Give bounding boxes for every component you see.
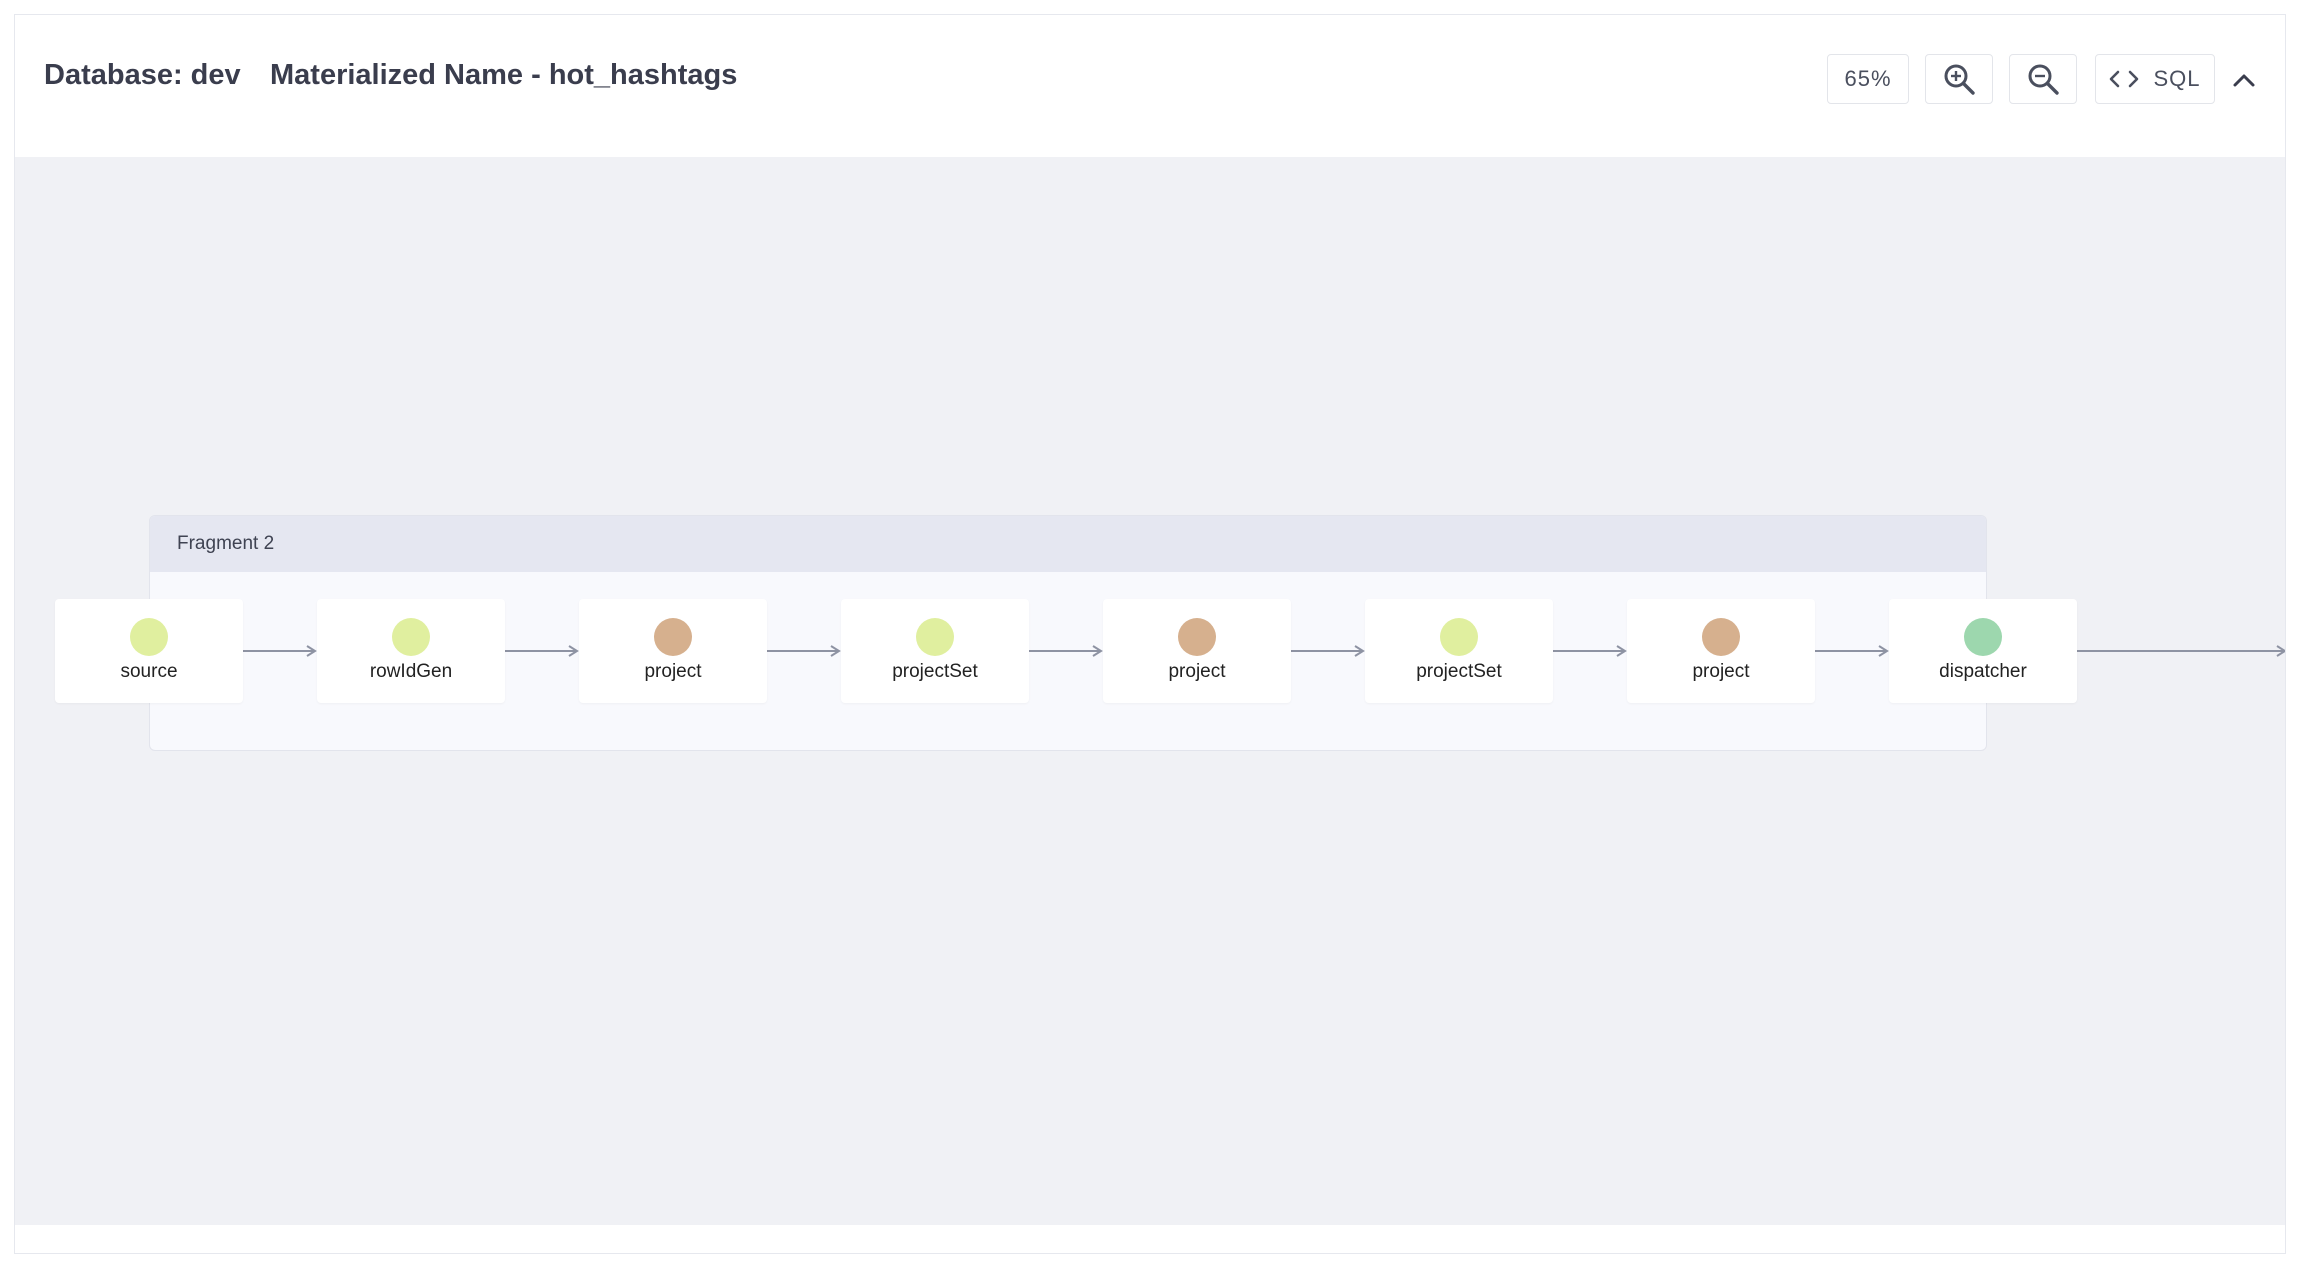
fragment-header: Fragment 2 xyxy=(150,516,1986,572)
zoom-in-button[interactable] xyxy=(1925,54,1993,104)
graph-node-project[interactable]: project xyxy=(1103,599,1291,703)
sql-button-label: SQL xyxy=(2153,66,2201,91)
panel-footer xyxy=(15,1225,2285,1253)
graph-node-rowIdGen[interactable]: rowIdGen xyxy=(317,599,505,703)
sql-button[interactable]: SQL xyxy=(2095,54,2215,104)
zoom-in-icon xyxy=(1944,64,1975,95)
zoom-out-icon xyxy=(2028,64,2059,95)
node-label: projectSet xyxy=(892,661,978,682)
graph-canvas[interactable]: Fragment 2 source rowIdGen project projectS… xyxy=(15,157,2285,1225)
database-label: Database: dev xyxy=(44,59,241,91)
fragment-graph-panel: Database: dev Materialized Name - hot_ha… xyxy=(14,14,2286,1254)
panel-header: Database: dev Materialized Name - hot_ha… xyxy=(15,15,2285,157)
collapse-button[interactable] xyxy=(2229,65,2259,95)
node-label: project xyxy=(1692,661,1750,682)
graph-node-dispatcher[interactable]: dispatcher xyxy=(1889,599,2077,703)
graph-node-project[interactable]: project xyxy=(579,599,767,703)
graph-node-source[interactable]: source xyxy=(55,599,243,703)
node-status-dot xyxy=(1178,618,1216,656)
node-status-dot xyxy=(1964,618,2002,656)
node-status-dot xyxy=(916,618,954,656)
chevron-up-icon xyxy=(2233,74,2255,87)
materialized-name-label: Materialized Name - hot_hashtags xyxy=(270,59,738,91)
node-status-dot xyxy=(130,618,168,656)
node-label: project xyxy=(644,661,702,682)
node-label: projectSet xyxy=(1416,661,1502,682)
node-status-dot xyxy=(654,618,692,656)
graph-node-projectSet[interactable]: projectSet xyxy=(841,599,1029,703)
zoom-level-indicator: 65% xyxy=(1827,54,1909,104)
code-icon xyxy=(2109,69,2139,89)
node-label: dispatcher xyxy=(1939,661,2027,682)
node-status-dot xyxy=(1440,618,1478,656)
node-status-dot xyxy=(392,618,430,656)
node-label: source xyxy=(120,661,178,682)
node-status-dot xyxy=(1702,618,1740,656)
zoom-out-button[interactable] xyxy=(2009,54,2077,104)
graph-node-projectSet[interactable]: projectSet xyxy=(1365,599,1553,703)
graph-node-project[interactable]: project xyxy=(1627,599,1815,703)
node-label: rowIdGen xyxy=(369,661,453,682)
node-label: project xyxy=(1168,661,1226,682)
